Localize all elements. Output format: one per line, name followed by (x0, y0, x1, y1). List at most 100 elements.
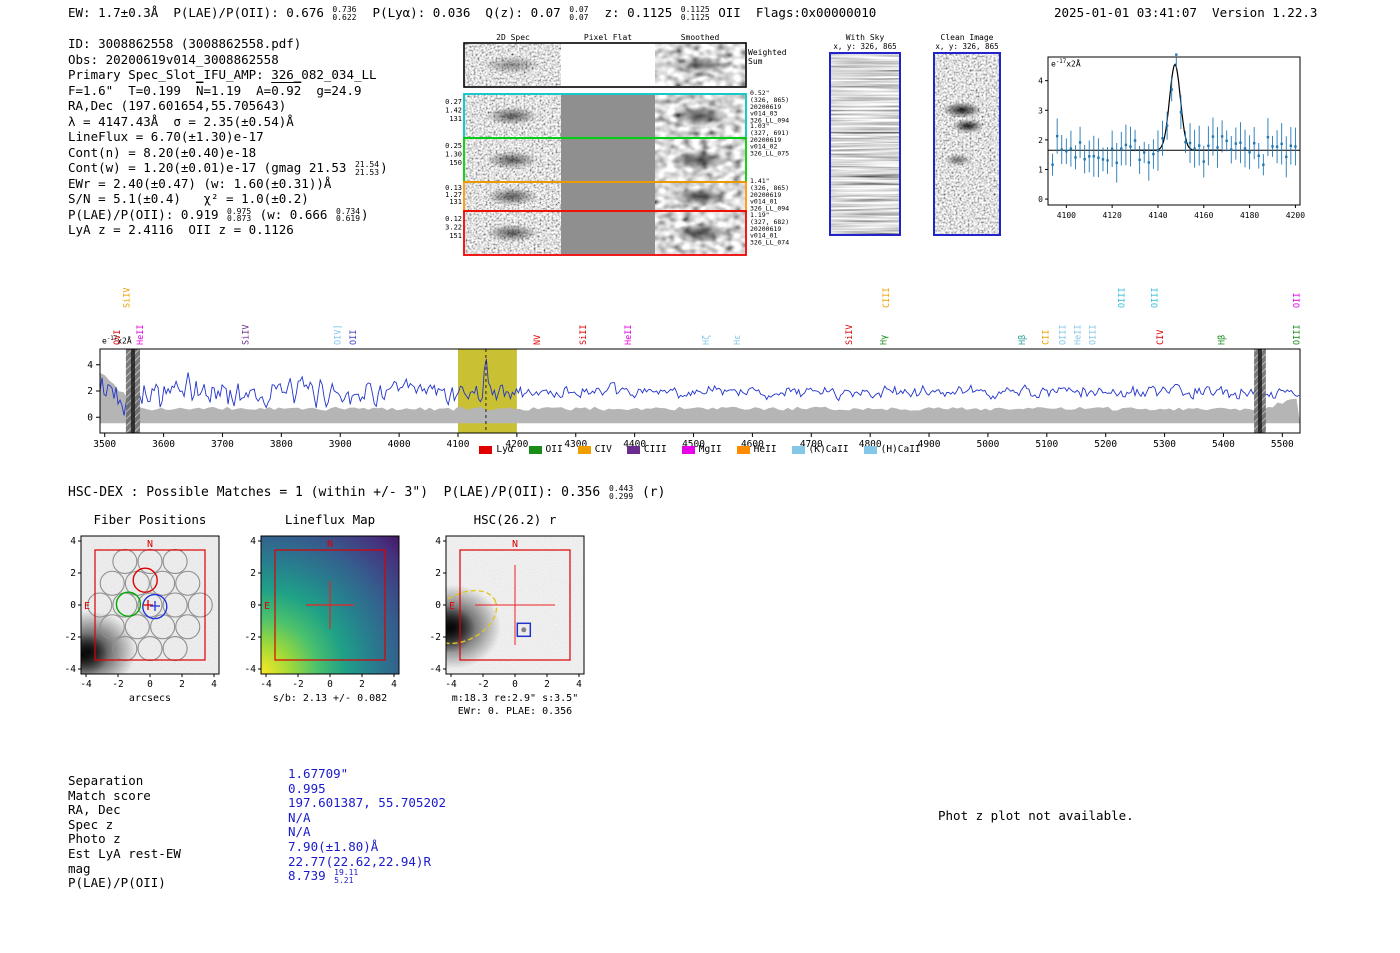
data-point (1106, 159, 1109, 162)
data-point (1120, 147, 1123, 150)
emission-line-label: Hε (733, 335, 743, 345)
legend-swatch (626, 445, 640, 454)
inset-flux-units-label: e-17x2Å (1051, 59, 1081, 69)
hsc-image-content (446, 536, 584, 674)
info-line-11: P(LAE)/P(OII): 0.919 0.975 0.873 (w: 0.66… (68, 207, 369, 223)
legend-swatch (528, 445, 542, 454)
match-row-value: 0.995 (288, 781, 326, 796)
data-point (1088, 155, 1091, 158)
emission-line-label: Hζ (702, 335, 712, 345)
data-point (1179, 111, 1183, 114)
x-tick-label: 0 (147, 679, 153, 690)
info-line-2: Primary Spec_Slot_IFU_AMP: 326_082_034_L… (68, 67, 377, 82)
data-point (1156, 149, 1160, 152)
data-point (1193, 147, 1196, 150)
hsc-image-panel: N E -4-4 -2 -2 0 0 2 2 4 4 (430, 535, 585, 690)
x-tick-label: 4120 (1103, 211, 1122, 220)
text-run: P(Lyα): 0.036 Q(z): 0.07 (357, 5, 569, 20)
text-run: (r) (634, 485, 666, 500)
emission-line-label: CIII (882, 288, 892, 308)
emission-line-label: Hγ (880, 335, 890, 345)
uncertainty-part: 5.21 (334, 875, 354, 885)
legend-swatch (479, 445, 493, 454)
text-run: Obs: 20200619v014_3008862558 (68, 51, 279, 67)
y-tick-label: 2 (435, 568, 441, 579)
text-run: EW: 1.7±0.3Å P(LAE)/P(OII): 0.676 (68, 5, 332, 20)
superscript: -17 (106, 336, 118, 342)
north-label: N (327, 539, 333, 550)
legend-label: CIV (594, 444, 612, 455)
info-line-10: S/N = 5.1(±0.4) χ² = 1.0(±0.2) (68, 191, 309, 206)
x-tick-label: 4 (576, 679, 582, 690)
match-row-value: 7.90(±1.80)Å (288, 839, 378, 854)
info-line-12: LyA z = 2.4116 OII z = 0.1126 (68, 222, 294, 237)
data-point (1060, 148, 1063, 151)
emission-line-label: HeII (1073, 325, 1083, 345)
lineflux-map-xlabel: s/b: 2.13 +/- 0.082 (272, 693, 388, 704)
stacked-uncertainty: 21.54 21.53 (355, 161, 379, 176)
y-tick-label: 2 (250, 568, 256, 579)
text-run: 7.90(±1.80)Å (288, 839, 379, 854)
data-point (1252, 141, 1256, 145)
info-line-8: Cont(w) = 1.20(±0.01)e-17 (gmag 21.53 21… (68, 160, 388, 176)
east-label: E (84, 601, 90, 612)
cutout-annotation: 326_LL_075 (750, 150, 789, 158)
y-tick-label: -2 (430, 632, 441, 643)
cutout-row-stat: 0.12 (445, 215, 462, 223)
uncertainty-part: 0.619 (335, 214, 361, 223)
text-run: P(LAE)/P(OII) (68, 875, 166, 891)
data-point (1225, 139, 1228, 143)
2d-spec-blob (486, 187, 538, 206)
fiber-positions-title: Fiber Positions (93, 512, 207, 527)
stacked-uncertainty: 19.11 5.21 (334, 869, 358, 884)
data-point (1074, 156, 1077, 159)
y-tick-label: 4 (1038, 77, 1043, 86)
emission-line-label: OIII (1293, 325, 1303, 345)
data-point (1170, 88, 1173, 91)
data-point (1243, 147, 1247, 150)
sky-panels-group (829, 52, 1001, 236)
text-run: 0.995 (288, 780, 326, 796)
text-run: x2Å (1066, 59, 1081, 69)
emission-line-label: HeII (624, 325, 634, 345)
data-point (1110, 147, 1114, 151)
legend-item: CIV (577, 444, 612, 455)
data-point (1216, 146, 1219, 149)
smoothed-blob (672, 223, 728, 243)
x-tick-label: -4 (80, 679, 92, 690)
data-point (1239, 141, 1242, 144)
text-run: RA,Dec (197.601654,55.705643) (68, 98, 287, 113)
emission-line-label: SiIV (123, 288, 133, 308)
x-tick-label: 2 (179, 679, 185, 690)
data-point (1188, 141, 1192, 145)
y-tick-label: -2 (65, 632, 76, 643)
info-line-0: ID: 3008862558 (3008862558.pdf) (68, 36, 301, 51)
text-run: 22.77(22.62,22.94)R (288, 853, 431, 869)
match-row-value: 22.77(22.62,22.94)R (288, 854, 431, 869)
cutout-annotation: 326_LL_074 (750, 239, 789, 247)
data-point (1165, 124, 1169, 127)
data-point (1147, 161, 1150, 164)
stacked-uncertainty: 0.1125 0.1125 (681, 6, 710, 21)
noise-error-band (100, 372, 1300, 424)
stacked-uncertainty: 0.443 0.299 (609, 485, 633, 500)
2d-spec-blob (486, 107, 538, 125)
data-point (1289, 144, 1293, 148)
cutout-row-stat: 0.25 (445, 142, 462, 150)
y-tick-label: 4 (87, 360, 93, 371)
legend-item: (K)CaII (791, 444, 849, 455)
line-fit-inset-plot: 4100 4120 4140 4160 4180 4200 0 1 2 3 4 (1038, 53, 1305, 220)
match-row-value: 8.739 19.11 5.21 (288, 868, 359, 884)
stacked-uncertainty: 0.736 0.622 (332, 6, 356, 21)
smoothed-blob (672, 150, 728, 170)
x-tick-label: -4 (260, 679, 272, 690)
text-run: 1.67709" (288, 766, 349, 781)
x-tick-label: 4140 (1148, 211, 1167, 220)
legend-swatch (863, 445, 877, 454)
2d-spec-blob (486, 151, 538, 169)
text-run: F=1.6" T=0.199 (68, 82, 196, 98)
info-line-4: RA,Dec (197.601654,55.705643) (68, 98, 286, 113)
y-tick-label: 0 (70, 600, 76, 611)
data-point (1234, 142, 1238, 145)
emission-line-label: CII (1042, 330, 1052, 345)
